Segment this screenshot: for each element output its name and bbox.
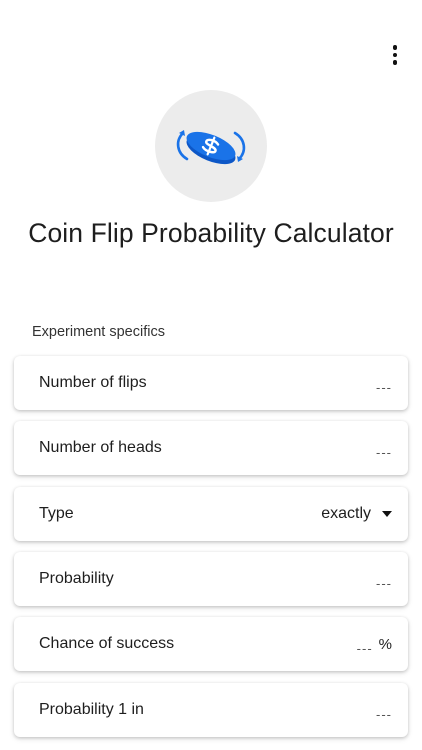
section-label: Experiment specifics [32,324,165,340]
field-label: Probability [39,570,114,587]
screen: Coin Flip Probability Calculator Experim… [0,0,422,750]
more-vert-icon-dot [392,60,398,65]
value-placeholder: --- [376,444,392,460]
page-title: Coin Flip Probability Calculator [28,218,394,248]
value-placeholder: --- [376,706,392,722]
dropdown-selected-value: exactly [321,505,371,522]
app-logo [155,90,267,202]
field-label: Probability 1 in [39,701,144,718]
number-of-heads-field[interactable]: Number of heads --- [14,421,408,475]
number-of-flips-field[interactable]: Number of flips --- [14,356,408,410]
percent-unit: % [378,635,392,653]
more-vert-icon-dot [392,52,398,58]
field-value: --- % [357,617,392,671]
field-value: --- [376,421,392,475]
caret-down-icon [382,511,392,517]
field-label: Number of flips [39,374,147,391]
value-placeholder: --- [376,379,392,395]
more-options-button[interactable] [382,42,408,68]
field-value: --- [376,356,392,410]
field-value: --- [376,683,392,737]
chance-of-success-field[interactable]: Chance of success --- % [14,617,408,671]
probability-one-in-field[interactable]: Probability 1 in --- [14,683,408,737]
field-label: Number of heads [39,439,162,456]
field-label: Type [39,505,74,522]
more-vert-icon [392,45,398,50]
value-placeholder: --- [356,640,373,656]
field-value: --- [376,552,392,606]
type-dropdown[interactable]: Type exactly [14,487,408,541]
value-placeholder: --- [376,575,392,591]
probability-field[interactable]: Probability --- [14,552,408,606]
coin-flip-icon [176,130,246,165]
field-value: exactly [321,487,392,541]
field-label: Chance of success [39,635,175,652]
